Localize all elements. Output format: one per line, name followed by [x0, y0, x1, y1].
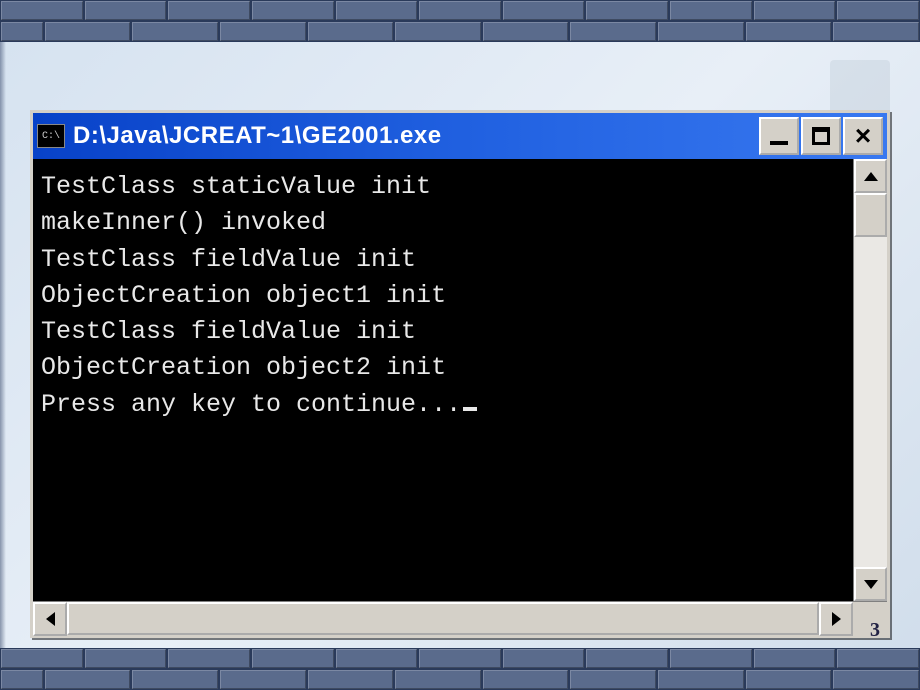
vertical-scroll-track[interactable]: [854, 193, 887, 567]
window-title: D:\Java\JCREAT~1\GE2001.exe: [73, 122, 759, 150]
cmd-icon: C:\: [37, 124, 65, 148]
console-line: TestClass fieldValue init: [41, 242, 845, 278]
console-line: ObjectCreation object1 init: [41, 278, 845, 314]
horizontal-scroll-thumb[interactable]: [67, 602, 819, 635]
arrow-down-icon: [864, 580, 878, 589]
page-number: 3: [870, 619, 880, 642]
maximize-icon: [812, 127, 830, 145]
console-line: Press any key to continue...: [41, 387, 845, 423]
scroll-up-button[interactable]: [854, 159, 887, 193]
maximize-button[interactable]: [801, 117, 841, 155]
scroll-down-button[interactable]: [854, 567, 887, 601]
decorative-brick-top: [0, 0, 920, 42]
console-line: TestClass staticValue init: [41, 169, 845, 205]
scroll-right-button[interactable]: [819, 602, 853, 636]
decorative-left-edge: [0, 42, 6, 648]
console-window: C:\ D:\Java\JCREAT~1\GE2001.exe × TestCl…: [30, 110, 890, 638]
window-controls: ×: [759, 117, 883, 155]
cursor-icon: [463, 407, 477, 411]
vertical-scroll-thumb[interactable]: [854, 193, 887, 237]
minimize-button[interactable]: [759, 117, 799, 155]
minimize-icon: [770, 141, 788, 145]
scroll-left-button[interactable]: [33, 602, 67, 636]
close-button[interactable]: ×: [843, 117, 883, 155]
console-body: TestClass staticValue init makeInner() i…: [33, 159, 887, 635]
decorative-brick-bottom: [0, 648, 920, 690]
console-output[interactable]: TestClass staticValue init makeInner() i…: [33, 159, 853, 601]
vertical-scrollbar[interactable]: [853, 159, 887, 601]
horizontal-scroll-track[interactable]: [67, 602, 819, 635]
arrow-left-icon: [46, 612, 55, 626]
console-line: makeInner() invoked: [41, 205, 845, 241]
arrow-up-icon: [864, 172, 878, 181]
console-line: TestClass fieldValue init: [41, 314, 845, 350]
arrow-right-icon: [832, 612, 841, 626]
close-icon: ×: [855, 122, 871, 150]
console-line: ObjectCreation object2 init: [41, 350, 845, 386]
horizontal-scrollbar[interactable]: [33, 601, 887, 635]
title-bar[interactable]: C:\ D:\Java\JCREAT~1\GE2001.exe ×: [33, 113, 887, 159]
